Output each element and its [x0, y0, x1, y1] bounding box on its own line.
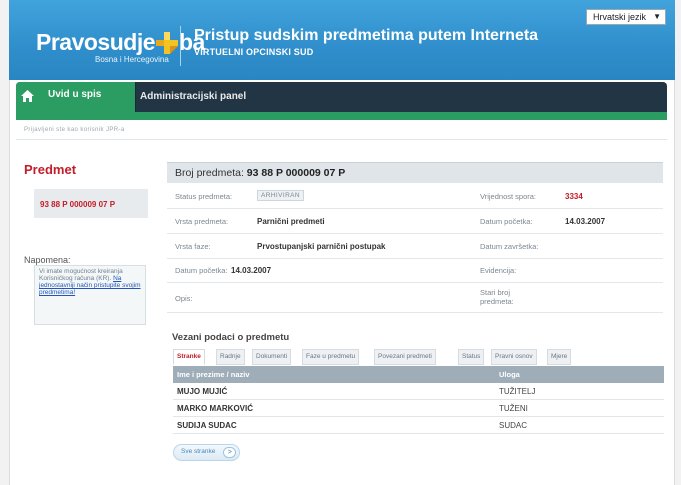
note-box: Vi imate mogućnost kreiranja Korisničkog…	[34, 265, 146, 325]
tab-dokumenti[interactable]: Dokumenti	[252, 349, 292, 365]
tab-mjere[interactable]: Mjere	[547, 349, 572, 365]
phase-value: Prvostupanjski parnični postupak	[257, 242, 386, 251]
tab-admin-panel[interactable]: Administracijski panel	[140, 91, 246, 102]
home-icon	[21, 90, 34, 102]
party-name: MUJO MUJIĆ	[177, 387, 228, 396]
description-label: Opis:	[175, 294, 193, 303]
case-number-label: Broj predmeta:	[175, 167, 244, 179]
tab-povezani[interactable]: Povezani predmeti	[374, 349, 436, 365]
case-number-value: 93 88 P 000009 07 P	[246, 167, 346, 179]
tab-faze[interactable]: Faze u predmetu	[302, 349, 360, 365]
note-label: Napomena:	[24, 255, 71, 265]
phase-label: Vrsta faze:	[175, 242, 211, 251]
old-number-label: Stari broj predmeta:	[480, 288, 514, 306]
note-text: Vi imate mogućnost kreiranja Korisničkog…	[39, 268, 123, 282]
details-row: Datum početka: 14.03.2007 Evidencija:	[167, 259, 663, 283]
page-title: Pristup sudskim predmetima putem Interne…	[194, 27, 539, 44]
logo-text-left: Pravosudje	[36, 29, 156, 55]
sidebar-title: Predmet	[24, 162, 77, 177]
cross-logo-icon	[156, 32, 178, 54]
nav-green-strip	[16, 112, 667, 120]
main-nav: Uvid u spis Administracijski panel	[16, 82, 667, 112]
start-date-label: Datum početka:	[480, 217, 533, 226]
parties-table-header: Ime i prezime / naziv Uloga	[173, 366, 664, 383]
home-button[interactable]	[16, 82, 39, 112]
details-row: Status predmeta: ARHIVIRAN Vrijednost sp…	[167, 185, 663, 209]
start-date-value: 14.03.2007	[565, 217, 606, 226]
chevron-right-icon: >	[223, 447, 237, 458]
logo-subtitle: Bosna i Hercegovina	[95, 55, 169, 64]
table-row[interactable]: MARKO MARKOVIĆ TUŽENI	[173, 400, 664, 417]
see-all-label: Sve stranke	[181, 448, 216, 455]
type-value: Parnični predmeti	[257, 217, 325, 226]
status-label: Status predmeta:	[175, 192, 233, 201]
phase-start-label: Datum početka:	[175, 266, 228, 275]
party-name: SUDIJA SUDAC	[177, 421, 237, 430]
table-row[interactable]: MUJO MUJIĆ TUŽITELJ	[173, 383, 664, 400]
party-role: TUŽITELJ	[499, 387, 536, 396]
phase-start-value: 14.03.2007	[231, 266, 272, 275]
header-divider	[180, 26, 181, 66]
divider	[16, 139, 667, 140]
tab-pravni-osnov[interactable]: Pravni osnov	[491, 349, 537, 365]
sidebar-case-number[interactable]: 93 88 P 000009 07 P	[40, 200, 115, 209]
dispute-value: 3334	[565, 192, 583, 201]
tab-uvid-u-spis[interactable]: Uvid u spis	[39, 82, 136, 112]
court-name: VIRTUELNI OPCINSKI SUD	[194, 47, 314, 57]
see-all-parties-button[interactable]: Sve stranke >	[173, 444, 241, 461]
language-value: Hrvatski jezik	[593, 12, 647, 22]
details-row: Vrsta faze: Prvostupanjski parnični post…	[167, 234, 663, 259]
party-name: MARKO MARKOVIĆ	[177, 404, 253, 413]
type-label: Vrsta predmeta:	[175, 217, 229, 226]
end-date-label: Datum završetka:	[480, 242, 539, 251]
details-row: Vrsta predmeta: Parnični predmeti Datum …	[167, 209, 663, 234]
column-role[interactable]: Uloga	[499, 370, 520, 379]
login-status: Prijavljeni ste kao korisnik JPR-a	[24, 127, 125, 133]
case-header: Broj predmeta: 93 88 P 000009 07 P	[167, 162, 663, 183]
linked-data-title: Vezani podaci o predmetu	[172, 332, 290, 343]
party-role: TUŽENI	[499, 404, 528, 413]
details-row: Opis: Stari broj predmeta:	[167, 283, 663, 313]
dispute-label: Vrijednost spora:	[480, 192, 537, 201]
dropdown-arrow-icon: ▼	[653, 12, 661, 21]
evidence-label: Evidencija:	[480, 266, 517, 275]
tab-stranke[interactable]: Stranke	[173, 349, 205, 365]
tab-status[interactable]: Status	[458, 349, 485, 365]
column-name[interactable]: Ime i prezime / naziv	[177, 370, 250, 379]
status-badge: ARHIVIRAN	[257, 190, 304, 201]
party-role: SUDAC	[499, 421, 528, 430]
table-row[interactable]: SUDIJA SUDAC SUDAC	[173, 417, 664, 434]
language-select[interactable]: Hrvatski jezik ▼	[586, 9, 666, 25]
tab-radnje[interactable]: Radnje	[216, 349, 245, 365]
